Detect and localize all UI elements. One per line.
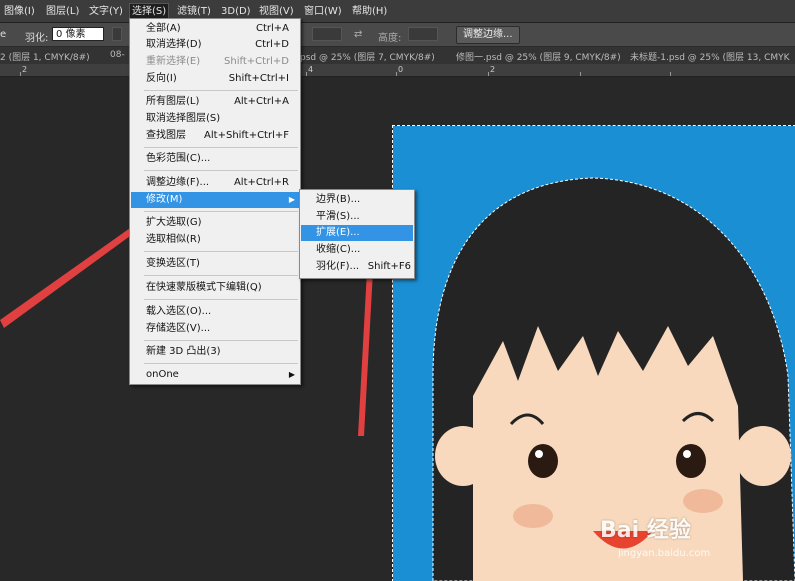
menu-item-reselect: 重新选择(E) Shift+Ctrl+D	[146, 56, 289, 67]
menu-item-smooth[interactable]: 平滑(S)...	[301, 209, 413, 225]
menu-item-contract[interactable]: 收缩(C)...	[301, 242, 413, 258]
menu-separator	[144, 275, 298, 276]
menu-item-refine-edge[interactable]: 调整边缘(F)... Alt+Ctrl+R	[131, 175, 299, 191]
menu-item-save-selection[interactable]: 存储选区(V)...	[131, 321, 299, 337]
menu-item-all-layers[interactable]: 所有图层(L) Alt+Ctrl+A	[131, 94, 299, 110]
modify-submenu: 边界(B)... 平滑(S)... 扩展(E)... 收缩(C)... 羽化(F…	[299, 189, 415, 279]
baidu-watermark-url: jingyan.baidu.com	[618, 548, 711, 559]
menu-item-new-3d-extrusion[interactable]: 新建 3D 凸出(3)	[131, 344, 299, 360]
menu-item-load-selection[interactable]: 载入选区(O)...	[131, 304, 299, 320]
menu-item-select-all[interactable]: 全部(A) Ctrl+A	[131, 21, 299, 37]
submenu-arrow-icon: ▶	[288, 195, 295, 204]
menu-item-expand[interactable]: 扩展(E)...	[301, 225, 413, 241]
menu-separator	[144, 147, 298, 148]
menu-separator	[144, 363, 298, 364]
menu-item-deselect[interactable]: 取消选择(D) Ctrl+D	[131, 37, 299, 53]
menu-item-deselect-layers[interactable]: 取消选择图层(S)	[131, 111, 299, 127]
submenu-arrow-icon: ▶	[288, 370, 295, 379]
baidu-watermark-logo: Bai 经验	[600, 518, 691, 543]
menu-item-onone[interactable]: onOne ▶	[131, 367, 299, 383]
menu-separator	[144, 170, 298, 171]
menu-item-similar[interactable]: 选取相似(R)	[131, 232, 299, 248]
menu-item-modify[interactable]: 修改(M) ▶	[131, 192, 299, 208]
menu-item-border[interactable]: 边界(B)...	[301, 192, 413, 208]
menu-separator	[144, 251, 298, 252]
menu-separator	[144, 211, 298, 212]
menu-item-color-range[interactable]: 色彩范围(C)...	[131, 151, 299, 167]
menu-separator	[144, 299, 298, 300]
menu-separator	[144, 340, 298, 341]
red-arrow-icon	[358, 252, 374, 436]
menu-item-find-layers[interactable]: 查找图层 Alt+Shift+Ctrl+F	[131, 128, 299, 144]
select-menu-dropdown: 全部(A) Ctrl+A 取消选择(D) Ctrl+D 重新选择(E) Shift+C…	[129, 18, 301, 385]
menu-item-grow[interactable]: 扩大选取(G)	[131, 215, 299, 231]
menu-item-feather[interactable]: 羽化(F)... Shift+F6	[301, 259, 413, 275]
menu-item-inverse[interactable]: 反向(I) Shift+Ctrl+I	[131, 71, 299, 87]
menu-item-transform-selection[interactable]: 变换选区(T)	[131, 256, 299, 272]
menu-separator	[144, 90, 298, 91]
annotation-arrows	[0, 196, 378, 436]
menu-item-quick-mask[interactable]: 在快速蒙版模式下编辑(Q)	[131, 280, 299, 296]
